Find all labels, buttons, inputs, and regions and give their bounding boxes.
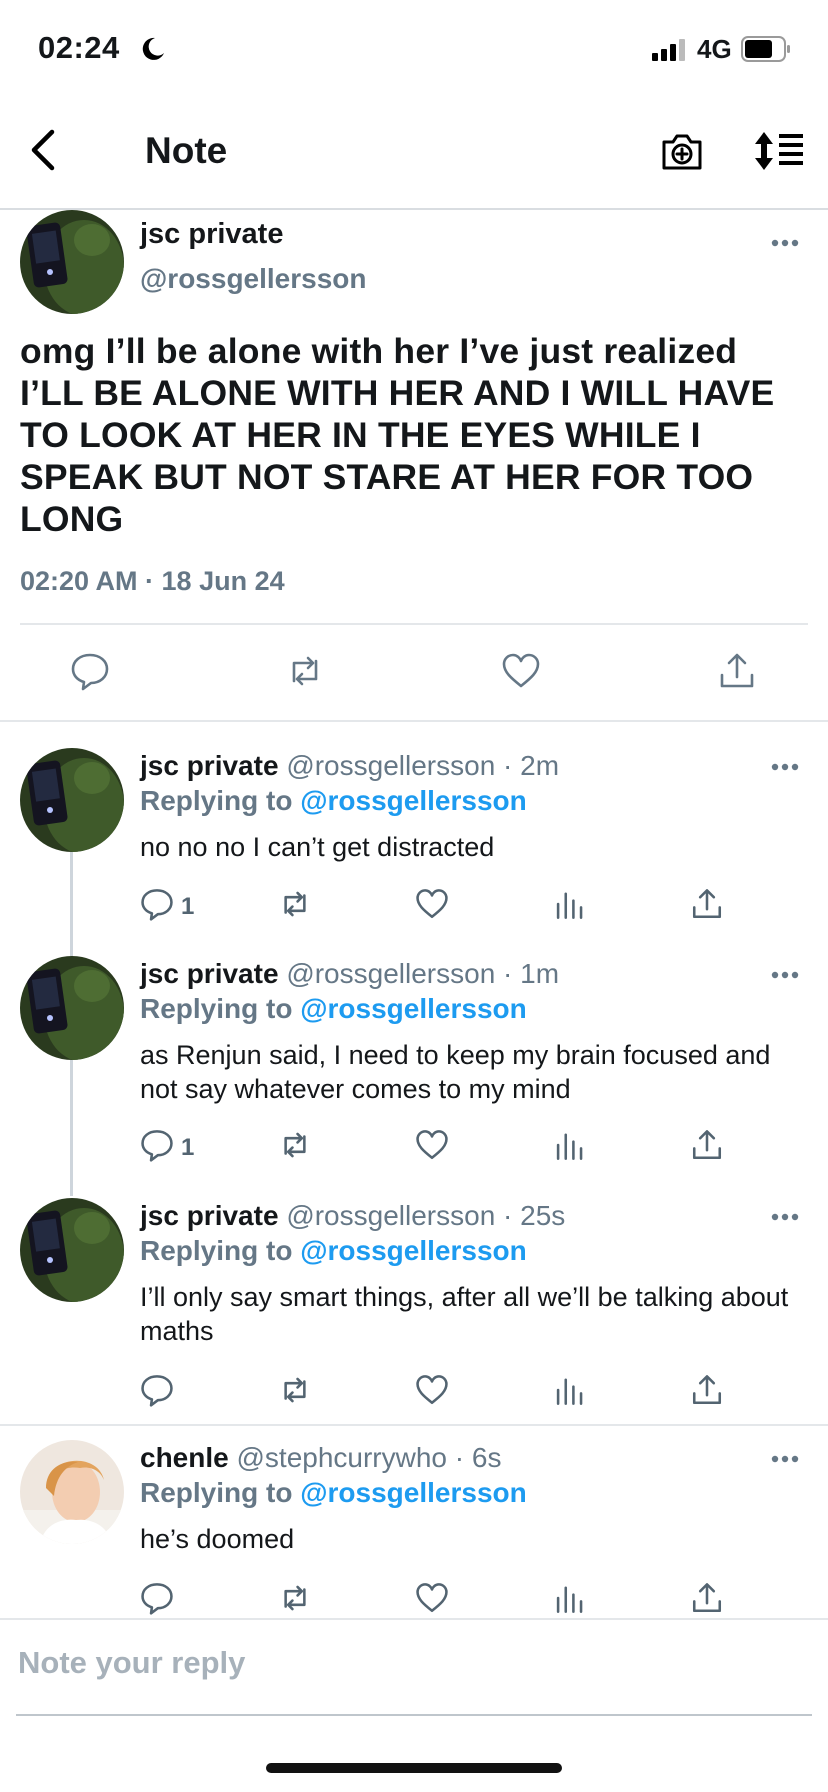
retweet-icon[interactable] — [278, 1128, 312, 1162]
replying-label: Replying to — [140, 1235, 293, 1266]
bar-chart-icon[interactable] — [553, 1128, 587, 1162]
reply-author-name[interactable]: chenle — [140, 1442, 229, 1473]
replying-to: Replying to @rossgellersson — [140, 993, 527, 1025]
reply-count: 1 — [181, 1134, 195, 1161]
reply-handle-time: @rossgellersson · 2m — [286, 750, 560, 781]
battery-icon — [741, 36, 790, 62]
replying-to-link[interactable]: @rossgellersson — [300, 1235, 527, 1266]
avatar-image — [20, 1440, 124, 1544]
share-icon[interactable] — [690, 1373, 724, 1407]
replying-to: Replying to @rossgellersson — [140, 1477, 527, 1509]
avatar[interactable] — [20, 1440, 124, 1544]
replying-to-link[interactable]: @rossgellersson — [300, 993, 527, 1024]
avatar-image — [20, 1198, 124, 1302]
share-icon[interactable] — [690, 1581, 724, 1615]
reply-author-name[interactable]: jsc private — [140, 958, 279, 989]
speech-bubble-icon[interactable] — [140, 1373, 174, 1407]
retweet-icon[interactable] — [278, 1373, 312, 1407]
reply-author-name[interactable]: jsc private — [140, 1200, 279, 1231]
avatar[interactable] — [20, 748, 124, 852]
sort-icon[interactable] — [754, 130, 804, 172]
reply-text: he’s doomed — [140, 1524, 295, 1554]
replying-to-link[interactable]: @rossgellersson — [300, 785, 527, 816]
replying-label: Replying to — [140, 1477, 293, 1508]
more-dots-icon[interactable] — [770, 1454, 800, 1464]
speech-bubble-icon[interactable] — [140, 1128, 174, 1162]
reply-author-name[interactable]: jsc private — [140, 750, 279, 781]
status-time: 02:24 — [38, 30, 120, 65]
reply-count: 1 — [181, 893, 195, 920]
speech-bubble-icon[interactable] — [140, 887, 174, 921]
reply-header: jsc private @rossgellersson · 25s — [140, 1200, 565, 1232]
reply-input[interactable]: Note your reply — [18, 1645, 245, 1681]
avatar-image — [20, 748, 124, 852]
reply-text: as Renjun said, I need to keep my brain … — [140, 1040, 771, 1104]
tweet-timestamp: 02:20 AM · 18 Jun 24 — [20, 566, 285, 596]
divider — [0, 720, 828, 722]
author-handle[interactable]: @rossgellersson — [140, 263, 367, 295]
speech-bubble-icon[interactable] — [140, 1581, 174, 1615]
share-icon[interactable] — [690, 887, 724, 921]
avatar-image — [20, 956, 124, 1060]
replying-label: Replying to — [140, 785, 293, 816]
retweet-icon[interactable] — [285, 651, 325, 691]
network-type: 4G — [697, 34, 732, 64]
reply-handle-time: @stephcurrywho · 6s — [236, 1442, 502, 1473]
replying-to-link[interactable]: @rossgellersson — [300, 1477, 527, 1508]
reply-header: jsc private @rossgellersson · 1m — [140, 958, 559, 990]
tweet-text: omg I’ll be alone with her I’ve just rea… — [20, 331, 775, 539]
moon-icon — [142, 37, 164, 60]
avatar[interactable] — [20, 1198, 124, 1302]
bar-chart-icon[interactable] — [553, 887, 587, 921]
author-name[interactable]: jsc private — [140, 218, 283, 251]
speech-bubble-icon[interactable] — [70, 651, 110, 691]
page-title: Note — [145, 130, 228, 171]
thread-line — [70, 852, 73, 972]
replying-to: Replying to @rossgellersson — [140, 1235, 527, 1267]
heart-icon[interactable] — [501, 651, 541, 691]
reply-header: jsc private @rossgellersson · 2m — [140, 750, 559, 782]
retweet-icon[interactable] — [278, 1581, 312, 1615]
bar-chart-icon[interactable] — [553, 1581, 587, 1615]
heart-icon[interactable] — [415, 1581, 449, 1615]
reply-handle-time: @rossgellersson · 1m — [286, 958, 560, 989]
replying-to: Replying to @rossgellersson — [140, 785, 527, 817]
nav-divider — [0, 208, 828, 210]
heart-icon[interactable] — [415, 887, 449, 921]
thread-line — [70, 1060, 73, 1196]
reply-text: no no no I can’t get distracted — [140, 832, 495, 862]
bar-chart-icon[interactable] — [553, 1373, 587, 1407]
more-dots-icon[interactable] — [770, 238, 800, 248]
avatar-image — [20, 210, 124, 314]
avatar[interactable] — [20, 956, 124, 1060]
back-chevron-icon[interactable] — [28, 128, 60, 172]
home-indicator[interactable] — [266, 1763, 562, 1773]
more-dots-icon[interactable] — [770, 970, 800, 980]
signal-icon — [652, 39, 685, 61]
divider — [0, 1424, 828, 1426]
camera-plus-icon[interactable] — [660, 130, 704, 174]
more-dots-icon[interactable] — [770, 762, 800, 772]
reply-handle-time: @rossgellersson · 25s — [286, 1200, 566, 1231]
reply-text: I’ll only say smart things, after all we… — [140, 1282, 789, 1346]
avatar[interactable] — [20, 210, 124, 314]
heart-icon[interactable] — [415, 1128, 449, 1162]
more-dots-icon[interactable] — [770, 1212, 800, 1222]
share-icon[interactable] — [717, 651, 757, 691]
share-icon[interactable] — [690, 1128, 724, 1162]
reply-header: chenle @stephcurrywho · 6s — [140, 1442, 501, 1474]
divider — [20, 623, 808, 625]
replying-label: Replying to — [140, 993, 293, 1024]
retweet-icon[interactable] — [278, 887, 312, 921]
heart-icon[interactable] — [415, 1373, 449, 1407]
divider — [0, 1618, 828, 1620]
reply-input-underline — [16, 1714, 812, 1716]
